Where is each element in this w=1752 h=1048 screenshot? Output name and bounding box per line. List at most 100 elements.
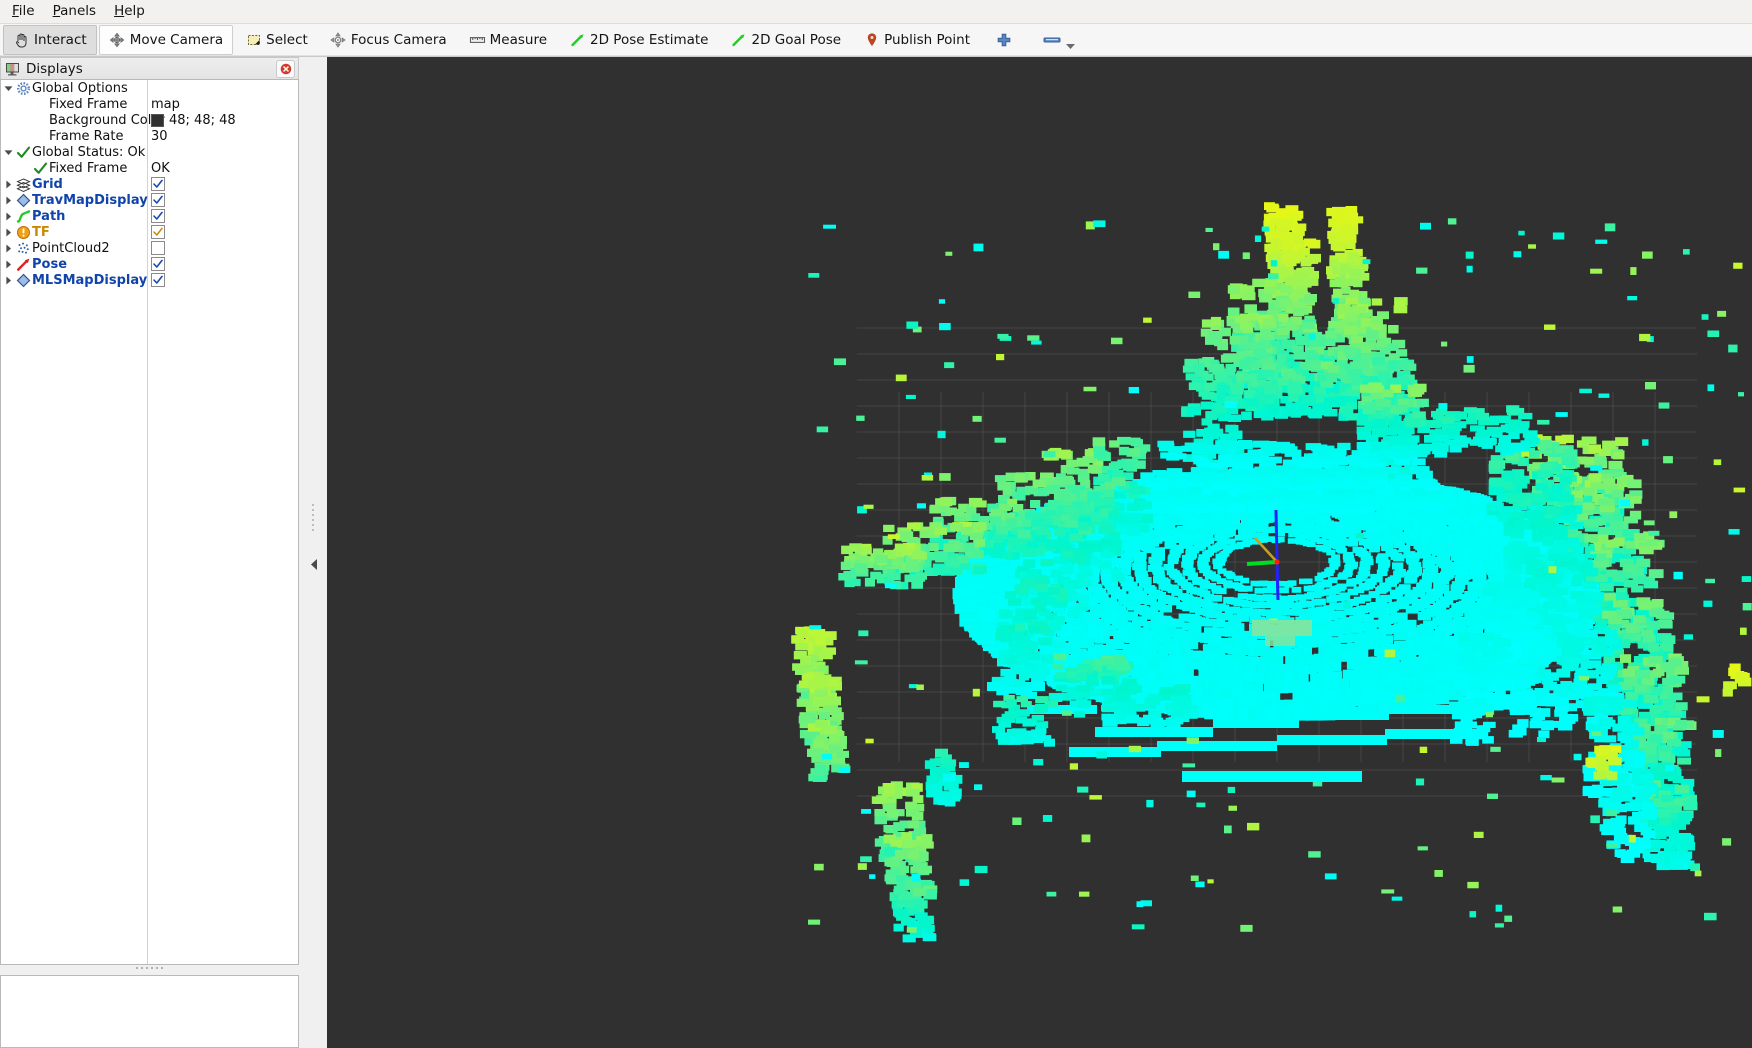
chevron-right-icon[interactable] (1, 212, 15, 221)
hand-icon (13, 32, 30, 49)
tree-row-value[interactable] (151, 209, 165, 223)
collapse-left-arrow-icon[interactable] (311, 559, 318, 574)
visibility-checkbox[interactable] (151, 177, 165, 191)
tree-row-value[interactable] (151, 273, 165, 287)
tree-row-fixed-frame[interactable]: Fixed Frame map (1, 96, 298, 112)
check-icon (32, 161, 49, 176)
tree-row-label: Global Status: Ok (32, 145, 145, 160)
tree-row-label: Frame Rate (49, 129, 123, 144)
dock-horizontal-splitter[interactable] (0, 965, 299, 970)
tree-row-value-text: OK (151, 161, 170, 176)
tree-row-display-grid[interactable]: Grid (1, 176, 298, 192)
green-arrow-icon (569, 32, 586, 49)
tree-row-value[interactable] (151, 193, 165, 207)
chevron-right-icon[interactable] (1, 276, 15, 285)
tool-2d-pose-estimate-label: 2D Pose Estimate (590, 32, 708, 48)
tool-focus-camera-label: Focus Camera (351, 32, 447, 48)
tree-row-display-pointcloud2[interactable]: PointCloud2 (1, 240, 298, 256)
tool-publish-point[interactable]: Publish Point (853, 25, 980, 55)
tool-move-camera[interactable]: Move Camera (99, 25, 233, 55)
visibility-checkbox[interactable] (151, 225, 165, 239)
tree-row-label: Path (32, 209, 65, 224)
tree-row-status-fixed-frame[interactable]: Fixed FrameOK (1, 160, 298, 176)
tree-row-value[interactable] (151, 257, 165, 271)
dock-vertical-splitter[interactable] (299, 57, 327, 1048)
tree-row-global-options[interactable]: Global Options (1, 80, 298, 96)
map-diamond-icon (15, 273, 32, 288)
tree-row-value-text: map (151, 97, 180, 112)
menu-help[interactable]: Help (105, 1, 154, 22)
tree-row-display-pose[interactable]: Pose (1, 256, 298, 272)
displays-panel-titlebar: Displays (0, 57, 299, 79)
select-rect-icon (245, 32, 262, 49)
tree-row-label: Global Options (32, 81, 128, 96)
tool-2d-pose-estimate[interactable]: 2D Pose Estimate (559, 25, 718, 55)
green-arrow-icon (731, 32, 748, 49)
menu-file[interactable]: File (3, 1, 44, 22)
tree-row-value[interactable] (151, 241, 165, 255)
close-icon[interactable] (276, 60, 295, 78)
warning-circle-icon (15, 225, 32, 240)
tree-row-display-path[interactable]: Path (1, 208, 298, 224)
visibility-checkbox[interactable] (151, 273, 165, 287)
render-view-3d[interactable] (327, 57, 1752, 1048)
tool-select[interactable]: Select (235, 25, 318, 55)
tree-row-background-color[interactable]: Background Color48; 48; 48 (1, 112, 298, 128)
chevron-right-icon[interactable] (1, 260, 15, 269)
check-icon (15, 145, 32, 160)
tree-row-value[interactable] (151, 225, 165, 239)
visibility-checkbox[interactable] (151, 241, 165, 255)
visibility-checkbox[interactable] (151, 209, 165, 223)
tree-row-label: Fixed Frame (49, 97, 127, 112)
tree-row-frame-rate[interactable]: Frame Rate 30 (1, 128, 298, 144)
chevron-right-icon[interactable] (1, 244, 15, 253)
menu-panels[interactable]: Panels (44, 1, 105, 22)
tool-select-label: Select (266, 32, 308, 48)
tool-2d-goal-pose-label: 2D Goal Pose (752, 32, 842, 48)
tree-row-display-tf[interactable]: TF (1, 224, 298, 240)
chevron-right-icon[interactable] (1, 180, 15, 189)
map-diamond-icon (15, 193, 32, 208)
tree-row-value[interactable]: 48; 48; 48 (151, 113, 236, 128)
chevron-right-icon[interactable] (1, 228, 15, 237)
map-pin-icon (863, 32, 880, 49)
tool-measure[interactable]: Measure (459, 25, 557, 55)
tool-interact-label: Interact (34, 32, 87, 48)
splitter-grip (312, 504, 314, 531)
tree-row-label: TravMapDisplay (32, 193, 148, 208)
point-cloud-canvas (327, 57, 1752, 1017)
visibility-checkbox[interactable] (151, 193, 165, 207)
pointcloud-icon (15, 241, 32, 256)
ruler-icon (469, 32, 486, 49)
chevron-down-icon[interactable] (1, 148, 15, 157)
tool-overflow[interactable] (1031, 25, 1077, 55)
visibility-checkbox[interactable] (151, 257, 165, 271)
overflow-chevron-icon (1066, 39, 1075, 55)
tool-move-camera-label: Move Camera (130, 32, 223, 48)
tree-row-value[interactable]: map (151, 97, 180, 112)
tree-row-label: TF (32, 225, 50, 240)
chevron-right-icon[interactable] (1, 196, 15, 205)
tool-interact[interactable]: Interact (3, 25, 97, 55)
tree-row-value-text: 48; 48; 48 (169, 113, 236, 128)
tree-row-value[interactable]: 30 (151, 129, 168, 144)
path-icon (15, 209, 32, 224)
displays-tree[interactable]: Global OptionsFixed Frame mapBackground C… (0, 79, 299, 965)
tree-rows: Global OptionsFixed Frame mapBackground C… (1, 80, 298, 288)
minus-bar-icon (1042, 32, 1062, 49)
selection-panel[interactable] (0, 975, 299, 1048)
tree-row-value[interactable] (151, 177, 165, 191)
chevron-down-icon[interactable] (1, 84, 15, 93)
tree-row-value-text: 30 (151, 129, 168, 144)
tree-row-display-mlsmapdisplay[interactable]: MLSMapDisplay (1, 272, 298, 288)
tree-row-label: MLSMapDisplay (32, 273, 147, 288)
tree-row-value[interactable]: OK (151, 161, 170, 176)
tool-2d-goal-pose[interactable]: 2D Goal Pose (721, 25, 852, 55)
tree-row-display-travmapdisplay[interactable]: TravMapDisplay (1, 192, 298, 208)
tree-row-global-status[interactable]: Global Status: Ok (1, 144, 298, 160)
tool-focus-camera[interactable]: Focus Camera (320, 25, 457, 55)
tree-row-label: PointCloud2 (32, 241, 110, 256)
tool-add[interactable] (982, 25, 1029, 55)
color-swatch[interactable] (151, 114, 164, 127)
display-monitor-icon (5, 61, 20, 76)
